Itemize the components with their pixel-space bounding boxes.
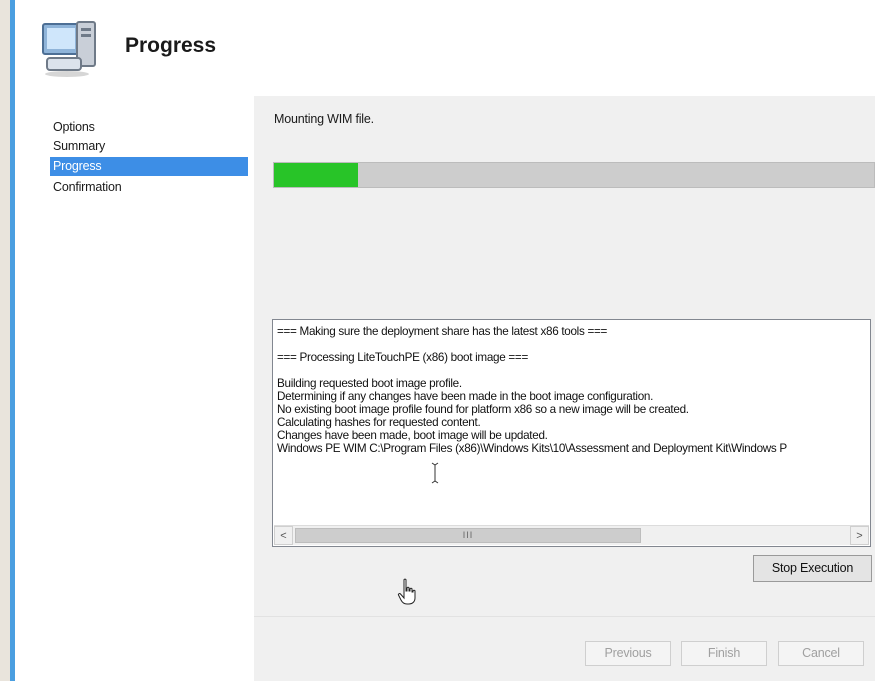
main-content: Mounting WIM file. === Making sure the d… <box>254 96 875 616</box>
nav-item-options[interactable]: Options <box>50 118 248 137</box>
progress-bar <box>273 162 875 188</box>
log-line: Changes have been made, boot image will … <box>277 429 548 442</box>
wizard-footer: Previous Finish Cancel <box>254 616 875 681</box>
progress-fill <box>274 163 358 187</box>
scroll-left-arrow-icon[interactable]: < <box>274 526 293 545</box>
finish-button[interactable]: Finish <box>681 641 767 666</box>
cancel-button[interactable]: Cancel <box>778 641 864 666</box>
scroll-thumb[interactable]: III <box>295 528 641 543</box>
hand-cursor-icon <box>397 578 416 605</box>
nav-item-confirmation[interactable]: Confirmation <box>50 178 248 197</box>
text-cursor-icon <box>431 462 439 484</box>
log-line: Building requested boot image profile. <box>277 377 462 390</box>
nav-item-summary[interactable]: Summary <box>50 137 248 156</box>
previous-button[interactable]: Previous <box>585 641 671 666</box>
stop-execution-button[interactable]: Stop Execution <box>753 555 872 582</box>
scroll-right-arrow-icon[interactable]: > <box>850 526 869 545</box>
wizard-nav: Options Summary Progress Confirmation <box>15 96 252 681</box>
background-strip <box>0 0 10 681</box>
wizard-header: Progress <box>15 0 875 96</box>
log-line: === Processing LiteTouchPE (x86) boot im… <box>277 351 528 364</box>
log-line: No existing boot image profile found for… <box>277 403 689 416</box>
page-title: Progress <box>125 34 217 57</box>
log-line: Windows PE WIM C:\Program Files (x86)\Wi… <box>277 442 787 455</box>
horizontal-scrollbar[interactable]: < III > <box>274 525 869 545</box>
computer-icon <box>42 21 96 77</box>
log-textbox[interactable]: === Making sure the deployment share has… <box>272 319 871 547</box>
log-line: Determining if any changes have been mad… <box>277 390 654 403</box>
log-line: === Making sure the deployment share has… <box>277 325 608 338</box>
window-left-border <box>0 0 15 681</box>
nav-item-progress[interactable]: Progress <box>50 157 248 176</box>
status-text: Mounting WIM file. <box>274 112 374 126</box>
log-lines: === Making sure the deployment share has… <box>277 325 870 455</box>
log-line: Calculating hashes for requested content… <box>277 416 481 429</box>
